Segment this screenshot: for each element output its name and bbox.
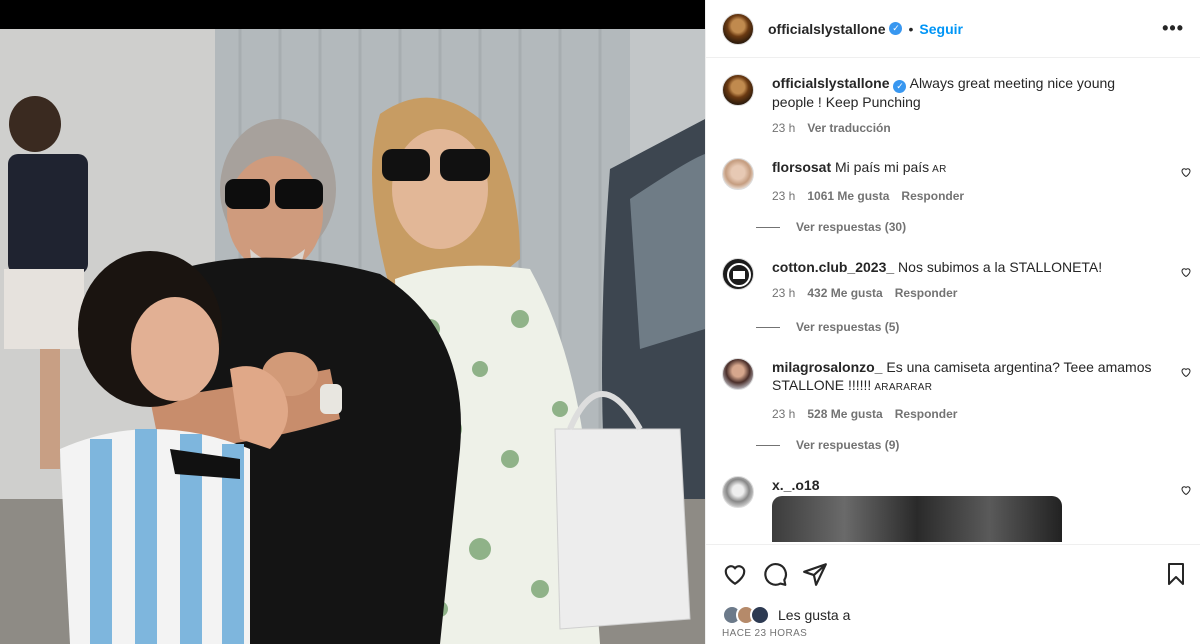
author-avatar-caption[interactable] bbox=[722, 74, 754, 106]
like-comment-heart-icon[interactable] bbox=[1180, 166, 1192, 178]
view-replies-button[interactable]: Ver respuestas (5) bbox=[756, 320, 899, 334]
comment-meta: 23 h 432 Me gusta Responder bbox=[772, 284, 1156, 302]
comment-likes[interactable]: 1061 Me gusta bbox=[807, 187, 889, 205]
comment-username[interactable]: florsosat bbox=[772, 159, 831, 175]
reply-button[interactable]: Responder bbox=[901, 187, 964, 205]
comment-likes[interactable]: 528 Me gusta bbox=[807, 405, 882, 423]
comment-time: 23 h bbox=[772, 407, 796, 421]
view-replies-button[interactable]: Ver respuestas (30) bbox=[756, 220, 906, 234]
like-comment-heart-icon[interactable] bbox=[1180, 366, 1192, 378]
caption-time: 23 h bbox=[772, 121, 796, 135]
author-avatar[interactable] bbox=[722, 12, 754, 45]
comment-meta: 23 h 528 Me gusta Responder bbox=[772, 405, 1156, 423]
likes-summary[interactable]: Les gusta a bbox=[722, 605, 850, 625]
replies-line bbox=[756, 326, 780, 328]
separator-dot: • bbox=[908, 20, 914, 37]
comment-username[interactable]: cotton.club_2023_ bbox=[772, 259, 894, 275]
reply-button[interactable]: Responder bbox=[895, 405, 958, 423]
reply-button[interactable]: Responder bbox=[895, 284, 958, 302]
post-time-ago: HACE 23 HORAS bbox=[722, 628, 808, 639]
comment-meta: 23 h 1061 Me gusta Responder bbox=[772, 187, 1156, 205]
heart-icon[interactable] bbox=[722, 561, 748, 587]
verified-badge-icon: ✓ bbox=[889, 22, 903, 35]
comment-image[interactable] bbox=[772, 496, 1062, 542]
like-comment-heart-icon[interactable] bbox=[1180, 266, 1192, 278]
like-comment-heart-icon[interactable] bbox=[1180, 484, 1192, 496]
follow-button[interactable]: Seguir bbox=[919, 21, 963, 37]
view-replies-label: Ver respuestas (30) bbox=[796, 220, 907, 234]
more-options-icon[interactable]: ••• bbox=[1162, 18, 1184, 39]
post-media[interactable] bbox=[0, 0, 705, 644]
commenter-avatar[interactable] bbox=[722, 476, 754, 508]
comment-username[interactable]: milagrosalonzo_ bbox=[772, 359, 882, 375]
comment-likes[interactable]: 432 Me gusta bbox=[807, 284, 882, 302]
action-icons bbox=[722, 561, 1188, 589]
comment-time: 23 h bbox=[772, 189, 796, 203]
commenter-avatar[interactable] bbox=[722, 258, 754, 290]
comment-username[interactable]: x._.o18 bbox=[772, 477, 819, 493]
club-logo-icon bbox=[727, 263, 751, 287]
likes-label: Les gusta a bbox=[778, 607, 851, 623]
verified-badge-icon: ✓ bbox=[893, 80, 907, 93]
view-replies-label: Ver respuestas (9) bbox=[796, 438, 900, 452]
post-sidebar: officialslystallone ✓ • Seguir ••• offic… bbox=[705, 0, 1200, 644]
comment-tag: AR bbox=[932, 164, 947, 175]
commenter-avatar[interactable] bbox=[722, 158, 754, 190]
photo-illustration bbox=[0, 29, 705, 644]
replies-line bbox=[756, 444, 780, 446]
caption-meta: 23 h Ver traducción bbox=[772, 119, 1156, 137]
view-replies-label: Ver respuestas (5) bbox=[796, 320, 900, 334]
comments-list[interactable]: officialslystallone ✓ Always great meetin… bbox=[706, 58, 1200, 544]
comment-tag: ARARARAR bbox=[874, 382, 933, 393]
view-replies-button[interactable]: Ver respuestas (9) bbox=[756, 438, 899, 452]
send-icon[interactable] bbox=[802, 561, 828, 587]
replies-line bbox=[756, 226, 780, 228]
comment-time: 23 h bbox=[772, 286, 796, 300]
commenter-avatar[interactable] bbox=[722, 358, 754, 390]
caption-username[interactable]: officialslystallone bbox=[772, 75, 889, 91]
post-actions: Les gusta a HACE 23 HORAS bbox=[706, 544, 1200, 644]
post-photo bbox=[0, 29, 705, 644]
comment-icon[interactable] bbox=[762, 561, 788, 587]
translate-link[interactable]: Ver traducción bbox=[807, 119, 890, 137]
bookmark-icon[interactable] bbox=[1164, 561, 1188, 587]
comment-text: Mi país mi país bbox=[835, 159, 930, 175]
liker-avatars bbox=[722, 605, 772, 625]
author-username[interactable]: officialslystallone bbox=[768, 21, 885, 37]
comment-text: Nos subimos a la STALLONETA! bbox=[898, 259, 1103, 275]
post-header: officialslystallone ✓ • Seguir ••• bbox=[706, 0, 1200, 58]
